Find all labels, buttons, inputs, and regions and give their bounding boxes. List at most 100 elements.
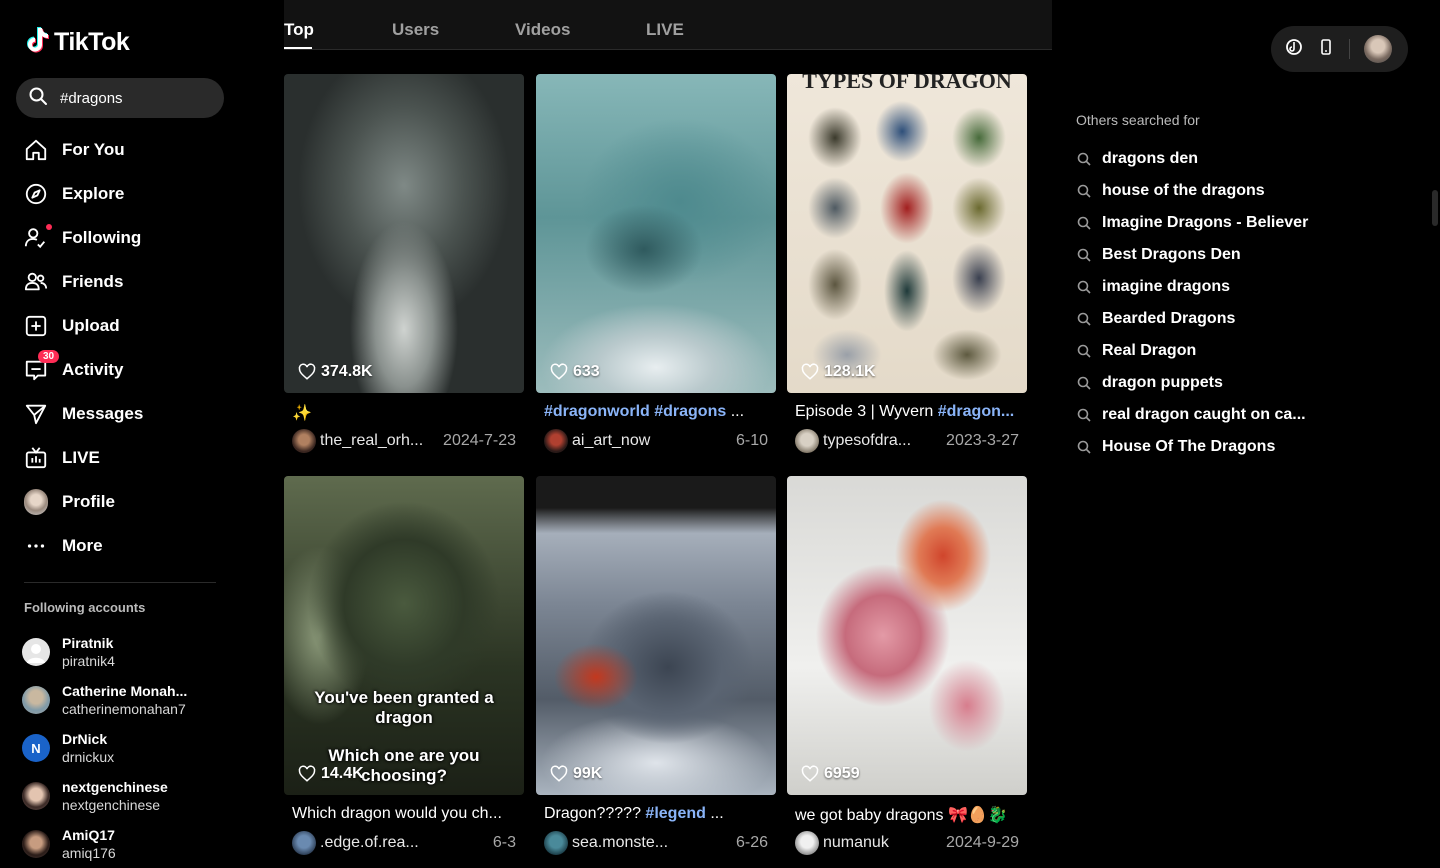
others-searched-title: Others searched for: [1076, 112, 1200, 128]
video-thumbnail[interactable]: You've been granted a dragon Which one a…: [284, 476, 524, 795]
nav-item-following[interactable]: Following: [16, 216, 224, 260]
related-search-item[interactable]: Bearded Dragons: [1076, 303, 1336, 335]
video-caption[interactable]: #dragonworld #dragons ...: [536, 403, 776, 425]
nav-label: For You: [62, 140, 125, 159]
video-card[interactable]: 374.8K ✨ the_real_orh... 2024-7-23: [284, 74, 524, 453]
account-handle: amiq176: [62, 845, 116, 861]
nav-item-messages[interactable]: Messages: [16, 392, 224, 436]
video-card[interactable]: 633 #dragonworld #dragons ... ai_art_now…: [536, 74, 776, 453]
avatar: [544, 831, 568, 855]
search-icon: [1077, 408, 1091, 422]
caption-hashtags[interactable]: #dragon...: [938, 403, 1014, 420]
related-search-item[interactable]: Imagine Dragons - Believer: [1076, 207, 1336, 239]
video-date: 2023-3-27: [946, 432, 1019, 449]
search-icon: [1077, 152, 1091, 166]
account-item[interactable]: Catherine Monah... catherinemonahan7: [22, 676, 222, 724]
account-item[interactable]: N DrNick drnickux: [22, 724, 222, 772]
avatar: [22, 830, 50, 858]
related-search-item[interactable]: Best Dragons Den: [1076, 239, 1336, 271]
video-caption[interactable]: we got baby dragons 🎀🥚🐉: [787, 805, 1027, 827]
video-author[interactable]: ai_art_now: [572, 432, 736, 450]
nav-item-upload[interactable]: Upload: [16, 304, 224, 348]
nav-label: Activity: [62, 360, 124, 379]
nav-item-more[interactable]: More: [16, 524, 224, 568]
video-author[interactable]: numanuk: [823, 834, 946, 852]
nav-label: Messages: [62, 404, 144, 423]
account-item[interactable]: AmiQ17 amiq176: [22, 820, 222, 868]
video-thumbnail[interactable]: 6959: [787, 476, 1027, 795]
scrollbar-thumb[interactable]: [1432, 190, 1438, 226]
related-search-item[interactable]: House Of The Dragons: [1076, 431, 1336, 463]
search-icon: [1077, 248, 1091, 262]
search-icon: [1077, 376, 1091, 390]
search-input[interactable]: [58, 88, 208, 108]
related-search-label: House Of The Dragons: [1102, 438, 1276, 455]
related-search-item[interactable]: Real Dragon: [1076, 335, 1336, 367]
video-caption[interactable]: Which dragon would you ch...: [284, 805, 524, 827]
nav-item-live[interactable]: LIVE: [16, 436, 224, 480]
video-thumbnail[interactable]: 633: [536, 74, 776, 393]
tab-top[interactable]: Top: [284, 0, 392, 49]
tiktok-logo[interactable]: TikTok: [24, 26, 130, 59]
tab-live[interactable]: LIVE: [646, 0, 726, 49]
video-thumbnail[interactable]: 99K: [536, 476, 776, 795]
related-search-item[interactable]: real dragon caught on ca...: [1076, 399, 1336, 431]
account-item[interactable]: Piratnik piratnik4: [22, 628, 222, 676]
related-search-label: imagine dragons: [1102, 278, 1231, 295]
account-name: Piratnik: [62, 635, 114, 651]
tab-users[interactable]: Users: [392, 0, 515, 49]
coin-icon[interactable]: [1285, 38, 1303, 61]
video-caption[interactable]: ✨: [284, 403, 524, 425]
related-search-item[interactable]: dragons den: [1076, 143, 1336, 175]
avatar[interactable]: [1364, 35, 1392, 63]
video-card[interactable]: TYPES OF DRAGON 128.1K Episode 3 | Wyver…: [787, 74, 1027, 453]
related-search-item[interactable]: house of the dragons: [1076, 175, 1336, 207]
like-count: 14.4K: [298, 765, 364, 783]
caption-hashtags[interactable]: #legend: [645, 805, 705, 822]
related-search-item[interactable]: imagine dragons: [1076, 271, 1336, 303]
main-nav: For You Explore Following Friends Upload…: [16, 128, 224, 568]
caption-text: ...: [705, 805, 724, 822]
video-thumbnail[interactable]: 374.8K: [284, 74, 524, 393]
video-caption[interactable]: Dragon????? #legend ...: [536, 805, 776, 827]
video-author[interactable]: the_real_orh...: [320, 432, 443, 450]
nav-item-explore[interactable]: Explore: [16, 172, 224, 216]
sidebar-divider: [24, 582, 216, 583]
nav-item-friends[interactable]: Friends: [16, 260, 224, 304]
search-icon: [1077, 344, 1091, 358]
video-meta: typesofdra... 2023-3-27: [787, 429, 1027, 453]
video-date: 6-26: [735, 834, 768, 851]
video-caption[interactable]: Episode 3 | Wyvern #dragon...: [787, 403, 1027, 425]
video-meta: .edge.of.rea... 6-3: [284, 831, 524, 855]
avatar: [292, 831, 316, 855]
tab-videos[interactable]: Videos: [515, 0, 646, 49]
caption-text: ...: [726, 403, 745, 420]
device-icon[interactable]: [1317, 38, 1335, 61]
related-search-label: dragons den: [1102, 150, 1199, 167]
heart-icon: [801, 765, 819, 782]
video-card[interactable]: You've been granted a dragon Which one a…: [284, 476, 524, 855]
like-count-text: 6959: [824, 765, 860, 782]
following-icon: [24, 224, 52, 250]
tab-label: LIVE: [646, 20, 684, 39]
video-card[interactable]: 99K Dragon????? #legend ... sea.monste..…: [536, 476, 776, 855]
search-icon: [1077, 216, 1091, 230]
tiktok-wordmark: TikTok: [54, 28, 130, 56]
account-item[interactable]: nextgenchinese nextgenchinese: [22, 772, 222, 820]
live-icon: [24, 446, 48, 470]
nav-item-for-you[interactable]: For You: [16, 128, 224, 172]
video-meta: the_real_orh... 2024-7-23: [284, 429, 524, 453]
video-card[interactable]: 6959 we got baby dragons 🎀🥚🐉 numanuk 202…: [787, 476, 1027, 855]
related-search-item[interactable]: dragon puppets: [1076, 367, 1336, 399]
video-author[interactable]: sea.monste...: [572, 834, 736, 852]
like-count-text: 633: [573, 363, 600, 380]
video-author[interactable]: typesofdra...: [823, 432, 946, 450]
active-tab-indicator: [284, 47, 312, 49]
video-thumbnail[interactable]: TYPES OF DRAGON 128.1K: [787, 74, 1027, 393]
caption-hashtags[interactable]: #dragonworld #dragons: [544, 403, 726, 420]
activity-badge: 30: [38, 350, 60, 363]
nav-item-profile[interactable]: Profile: [16, 480, 224, 524]
video-author[interactable]: .edge.of.rea...: [320, 834, 493, 852]
search-box[interactable]: [16, 78, 224, 118]
nav-item-activity[interactable]: 30 Activity: [16, 348, 224, 392]
